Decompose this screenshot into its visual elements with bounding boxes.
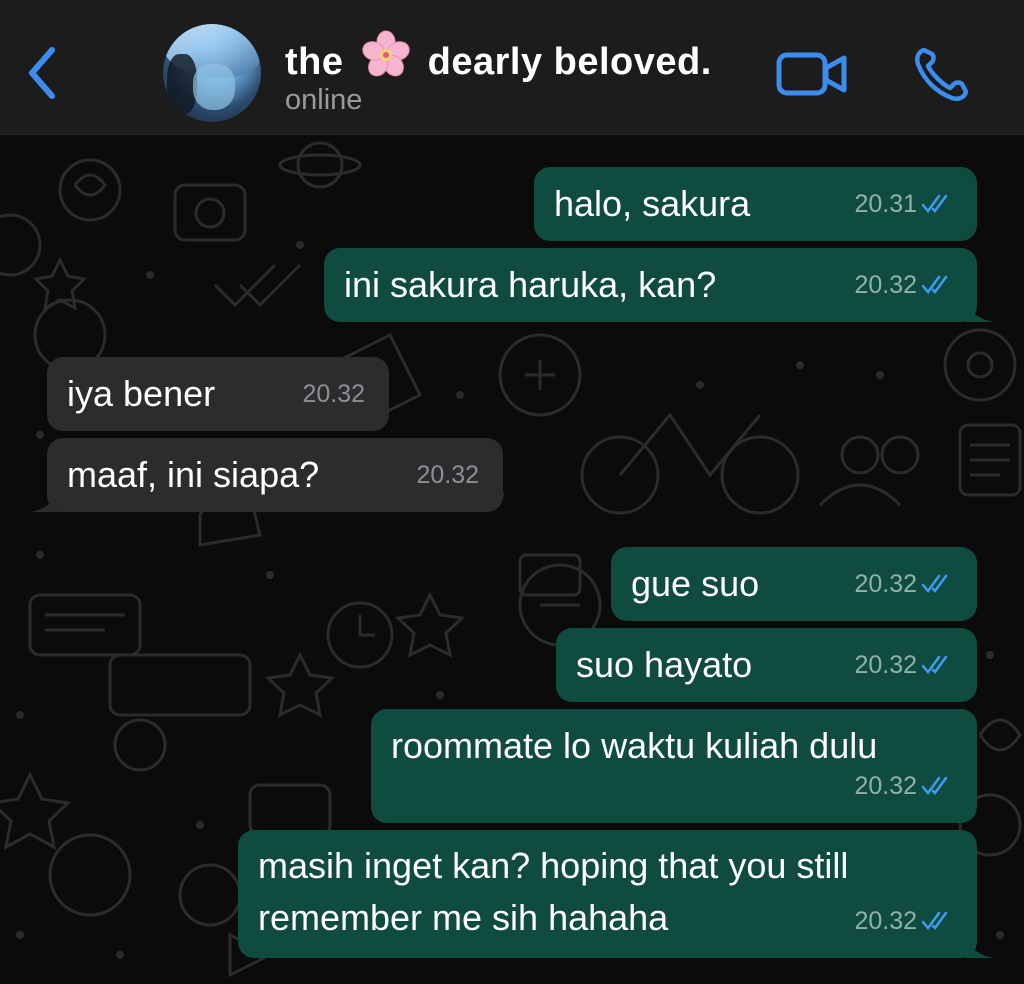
- contact-avatar[interactable]: [163, 24, 261, 122]
- message-text: roommate lo waktu kuliah dulu: [391, 725, 878, 766]
- message-text: masih inget kan? hoping that you still r…: [258, 845, 849, 938]
- double-check-icon: [921, 655, 948, 675]
- message-meta: 20.32: [854, 761, 953, 811]
- message-time: 20.32: [854, 271, 917, 299]
- message-meta: 20.32: [302, 369, 365, 419]
- message-meta: 20.32: [854, 640, 953, 690]
- message-text: gue suo: [631, 563, 760, 604]
- back-chevron-icon: [29, 47, 55, 99]
- message-time: 20.32: [854, 651, 917, 679]
- contact-name-part1: the: [285, 41, 344, 83]
- double-check-icon: [921, 574, 948, 594]
- voice-call-button[interactable]: [912, 46, 972, 102]
- bubble-tail: [29, 488, 59, 512]
- message-time: 20.32: [416, 461, 479, 489]
- message-text: maaf, ini siapa?: [67, 454, 320, 495]
- message-meta: 20.32: [854, 260, 953, 310]
- message-bubble-outgoing[interactable]: gue suo 20.32: [611, 547, 977, 621]
- bubble-tail: [965, 298, 995, 322]
- message-bubble-incoming[interactable]: maaf, ini siapa? 20.32: [29, 438, 503, 512]
- bubble-tail: [965, 934, 995, 958]
- cherry-blossom-emoji: [361, 30, 410, 77]
- contact-name[interactable]: the dearly beloved.: [285, 30, 712, 84]
- message-text: halo, sakura: [554, 183, 751, 224]
- double-check-icon: [921, 275, 948, 295]
- message-meta: 20.32: [416, 450, 479, 500]
- message-text: ini sakura haruka, kan?: [344, 264, 717, 305]
- contact-status: online: [285, 84, 363, 116]
- double-check-icon: [921, 776, 948, 796]
- message-text: iya bener: [67, 373, 216, 414]
- message-time: 20.32: [854, 570, 917, 598]
- message-time: 20.32: [854, 907, 917, 935]
- double-check-icon: [921, 194, 948, 214]
- message-time: 20.31: [854, 190, 917, 218]
- message-bubble-outgoing[interactable]: suo hayato 20.32: [556, 628, 977, 702]
- message-meta: 20.32: [854, 896, 953, 946]
- contact-name-part2: dearly beloved.: [427, 41, 712, 83]
- chat-header: the dearly beloved. online: [0, 0, 1024, 135]
- message-bubble-outgoing[interactable]: halo, sakura 20.31: [534, 167, 977, 241]
- chat-area[interactable]: halo, sakura 20.31 ini sakura haruka, ka…: [0, 135, 1024, 984]
- back-button[interactable]: [22, 42, 62, 104]
- message-bubble-outgoing[interactable]: roommate lo waktu kuliah dulu 20.32: [371, 709, 977, 823]
- message-time: 20.32: [302, 380, 365, 408]
- message-bubble-outgoing[interactable]: masih inget kan? hoping that you still r…: [238, 830, 995, 958]
- message-meta: 20.31: [854, 179, 953, 229]
- message-text: suo hayato: [576, 644, 753, 685]
- message-time: 20.32: [854, 772, 917, 800]
- video-call-button[interactable]: [776, 50, 848, 98]
- double-check-icon: [921, 911, 948, 931]
- message-meta: 20.32: [854, 559, 953, 609]
- message-bubble-outgoing[interactable]: ini sakura haruka, kan? 20.32: [324, 248, 995, 322]
- phone-call-icon: [915, 47, 969, 101]
- video-call-icon: [776, 52, 847, 96]
- message-bubble-incoming[interactable]: iya bener 20.32: [47, 357, 389, 431]
